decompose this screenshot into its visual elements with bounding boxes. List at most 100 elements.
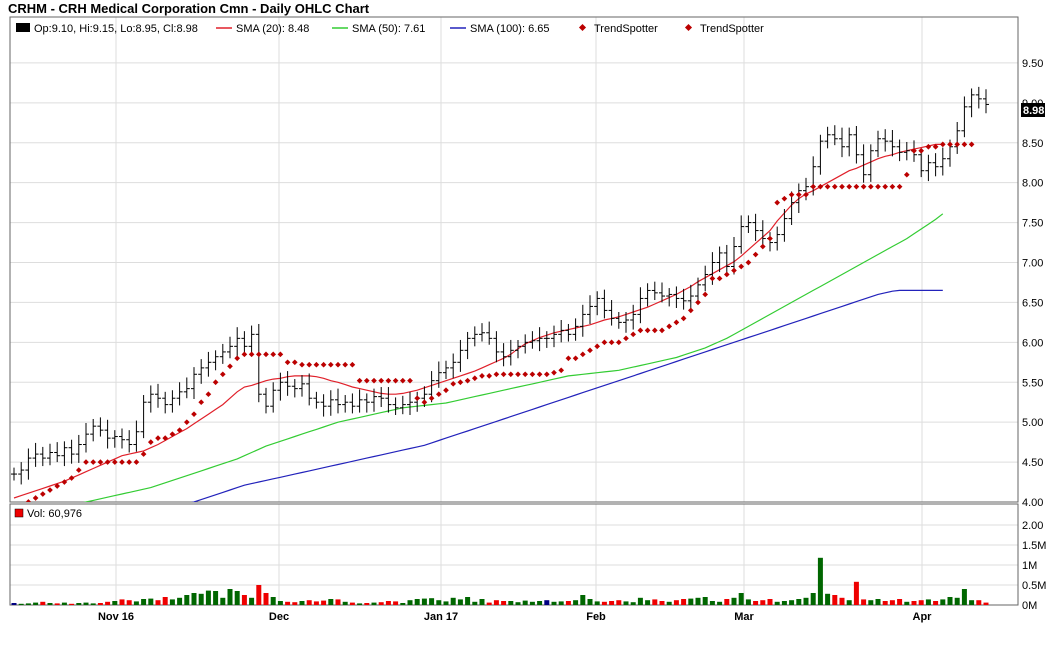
trendspotter-marker <box>587 347 593 354</box>
trendspotter-marker <box>90 459 97 465</box>
volume-bar <box>47 603 53 605</box>
volume-bar <box>198 593 204 605</box>
volume-bar <box>551 601 557 605</box>
trendspotter-marker <box>507 371 514 378</box>
volume-bar <box>911 601 917 605</box>
volume-bar <box>371 602 377 605</box>
date-tick-label: Apr <box>913 611 933 623</box>
price-tick-label: 5.50 <box>1022 377 1043 389</box>
trendspotter-marker <box>291 359 298 366</box>
volume-bar <box>443 601 449 605</box>
trendspotter-marker <box>896 183 903 190</box>
volume-bar <box>976 600 982 605</box>
volume-bar <box>126 600 132 605</box>
trendspotter-marker <box>443 387 449 394</box>
volume-bar <box>753 601 759 605</box>
volume-bar <box>817 557 823 605</box>
volume-bar <box>609 601 615 605</box>
volume-bar <box>349 602 355 605</box>
price-tick-label: 6.50 <box>1022 297 1043 309</box>
volume-bar <box>760 600 766 605</box>
price-tick-label: 7.50 <box>1022 218 1043 230</box>
trendspotter-marker <box>860 183 867 190</box>
volume-bar <box>457 599 463 605</box>
volume-bar <box>983 602 989 605</box>
trendspotter-marker <box>327 361 334 368</box>
volume-bar <box>299 601 305 605</box>
trendspotter-marker <box>666 323 673 330</box>
ohlc-legend-swatch <box>16 23 30 32</box>
volume-tick-label: 0M <box>1022 600 1037 612</box>
trendspotter-marker <box>133 459 140 465</box>
volume-bar <box>227 589 233 605</box>
trendspotter-marker <box>651 327 658 334</box>
volume-bar <box>321 600 327 605</box>
trendspotter-marker <box>140 451 147 457</box>
volume-tick-label: 1M <box>1022 560 1037 572</box>
trend2-legend-swatch <box>684 23 693 32</box>
trendspotter-marker <box>529 371 536 378</box>
chart-canvas: Op:9.10, Hi:9.15, Lo:8.95, Cl:8.98 SMA (… <box>9 16 1046 623</box>
volume-bar <box>184 595 190 605</box>
trendspotter-marker <box>147 439 154 445</box>
volume-bar <box>364 603 370 605</box>
trendspotter-marker <box>839 183 845 190</box>
trendspotter-marker <box>255 351 262 358</box>
volume-bar <box>436 600 442 605</box>
volume-bar <box>933 601 939 605</box>
volume-bar <box>573 600 579 605</box>
volume-bar <box>616 600 622 605</box>
trendspotter-marker <box>709 275 716 282</box>
volume-bar <box>162 597 168 605</box>
volume-bar <box>508 601 514 605</box>
trendspotter-marker <box>889 183 896 190</box>
volume-bar <box>767 599 773 605</box>
trendspotter-marker <box>752 251 759 258</box>
volume-bar <box>277 601 283 605</box>
trendspotter-marker <box>702 291 709 298</box>
date-tick-label: Mar <box>734 611 754 623</box>
volume-bar <box>292 602 298 605</box>
volume-bar <box>861 599 867 605</box>
volume-bar <box>465 597 471 605</box>
volume-bar <box>357 603 363 605</box>
volume-bar <box>407 600 413 605</box>
volume-bar <box>393 601 399 605</box>
volume-bar <box>868 600 874 605</box>
trendspotter-marker <box>723 271 730 278</box>
volume-bar <box>810 593 816 605</box>
trendspotter-marker <box>644 327 651 334</box>
trendspotter-marker <box>716 275 723 282</box>
trendspotter-marker <box>299 361 305 368</box>
volume-bar <box>213 591 219 605</box>
trendspotter-marker <box>695 299 701 306</box>
volume-bar <box>493 600 499 605</box>
price-tick-label: 8.00 <box>1022 178 1043 190</box>
legend-layer: Op:9.10, Hi:9.15, Lo:8.95, Cl:8.98 SMA (… <box>16 23 764 35</box>
last-price-label: 8.98 <box>1023 105 1044 117</box>
volume-bar <box>501 601 507 605</box>
volume-bar <box>169 599 175 605</box>
trendspotter-marker <box>486 373 493 379</box>
volume-legend-swatch <box>14 508 24 518</box>
sma100-legend-label: SMA (100): 6.65 <box>470 23 550 35</box>
volume-bar <box>141 599 147 605</box>
last-price-marker: 8.98 <box>1021 103 1045 117</box>
volume-bar <box>853 581 859 605</box>
trendspotter-marker <box>227 363 233 370</box>
volume-bar <box>832 595 838 605</box>
volume-bar <box>745 599 751 605</box>
trend-layer <box>25 141 975 502</box>
volume-bar <box>205 590 211 605</box>
date-axis: Nov 16 Dec Jan 17 Feb Mar Apr <box>98 611 932 623</box>
trendspotter-marker <box>853 183 860 190</box>
volume-bar <box>781 601 787 605</box>
volume-bar <box>285 601 291 605</box>
volume-bar <box>263 593 269 605</box>
volume-bar <box>825 593 831 605</box>
trendspotter-marker <box>637 327 644 334</box>
volume-bar <box>889 600 895 605</box>
volume-bar <box>105 601 111 605</box>
volume-bar <box>313 601 319 605</box>
volume-bar <box>594 601 600 605</box>
